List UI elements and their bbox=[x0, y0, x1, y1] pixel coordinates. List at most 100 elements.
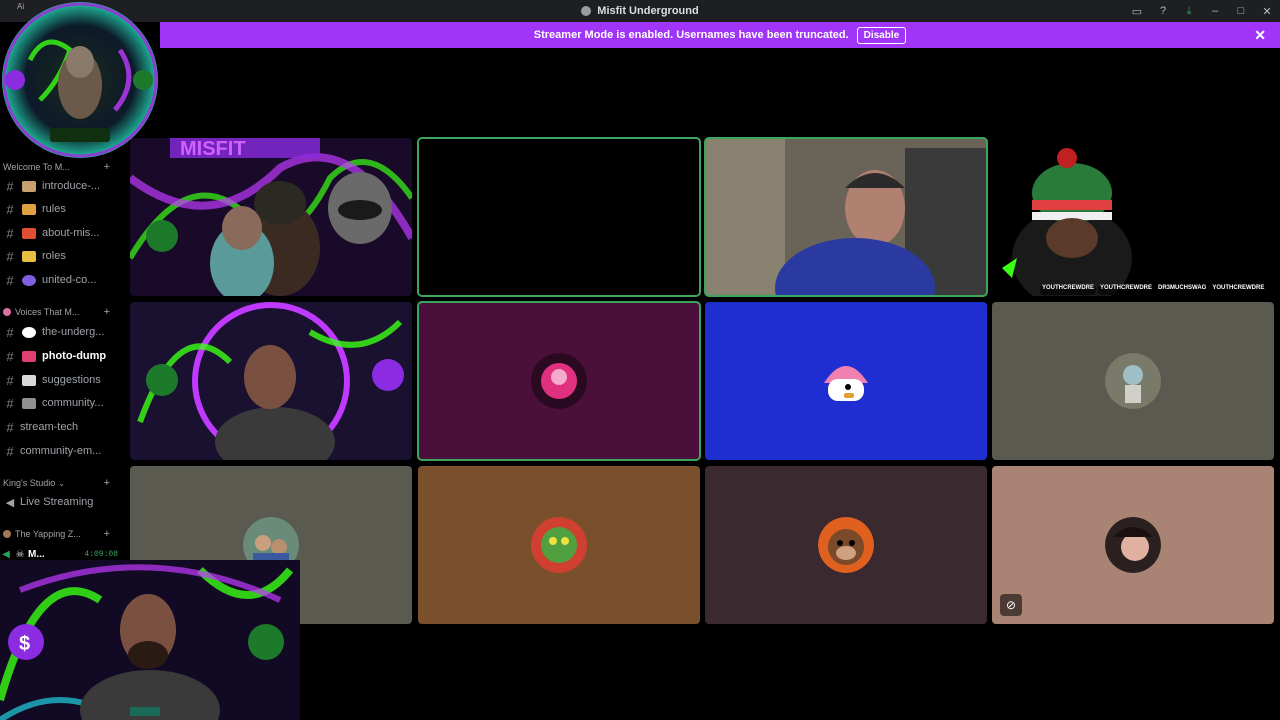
minimize-button[interactable]: – bbox=[1202, 5, 1228, 17]
razer-name: YOUTHCREWDRE bbox=[1040, 285, 1096, 295]
channel-rules[interactable]: # rules bbox=[0, 198, 126, 220]
channel-label: the-underg... bbox=[42, 326, 105, 338]
user-avatar bbox=[531, 517, 587, 573]
banner-text: Streamer Mode is enabled. Usernames have… bbox=[533, 29, 849, 41]
razer-name: YOUTHCREWDRE bbox=[1210, 285, 1267, 295]
add-channel-icon[interactable]: + bbox=[104, 161, 110, 173]
muted-mic-icon: ⊘ bbox=[1000, 594, 1022, 616]
video-tile-avatar-3[interactable] bbox=[992, 302, 1274, 460]
download-icon[interactable]: ⤓ bbox=[1176, 5, 1202, 18]
razer-name: DR3MUCHSWAG bbox=[1156, 285, 1209, 295]
heart-icon bbox=[3, 308, 11, 316]
flame-icon bbox=[22, 227, 36, 239]
category-welcome[interactable]: Welcome To M... + bbox=[0, 160, 126, 174]
app-logo-icon bbox=[581, 6, 592, 16]
hash-icon: # bbox=[6, 225, 14, 241]
video-tile-avatar-2[interactable] bbox=[705, 302, 987, 460]
globe-icon bbox=[22, 274, 36, 286]
user-avatar bbox=[531, 353, 587, 409]
user-avatar bbox=[1105, 517, 1161, 573]
channel-label: community-em... bbox=[20, 445, 102, 457]
banner-close-icon[interactable]: ✕ bbox=[1254, 27, 1266, 44]
hash-icon: # bbox=[6, 348, 14, 364]
title-bar: Misfit Underground ▭ ? ⤓ – □ ✕ bbox=[0, 0, 1280, 22]
host-camera-image: $ bbox=[0, 560, 300, 720]
video-tile-webcam-2[interactable] bbox=[992, 138, 1274, 296]
host-camera-overlay: $ bbox=[0, 560, 300, 720]
video-tile-avatar-5[interactable] bbox=[418, 466, 700, 624]
category-yapping-zone[interactable]: The Yapping Z... + bbox=[0, 527, 126, 541]
person-icon bbox=[3, 530, 11, 538]
channel-label: suggestions bbox=[42, 374, 101, 386]
channel-label: united-co... bbox=[42, 274, 97, 286]
channel-label: roles bbox=[42, 250, 66, 262]
video-tile-avatar-1[interactable] bbox=[417, 301, 701, 461]
user-avatar bbox=[818, 517, 874, 573]
hash-icon: # bbox=[6, 324, 14, 340]
speaker-icon: ◀ bbox=[5, 496, 15, 509]
svg-text:MISFIT: MISFIT bbox=[180, 138, 246, 160]
razer-names-strip: YOUTHCREWDRE YOUTHCREWDRE DR3MUCHSWAG YO… bbox=[1040, 285, 1272, 295]
video-tile-avatar-6[interactable] bbox=[705, 466, 987, 624]
add-channel-icon[interactable]: + bbox=[104, 306, 110, 318]
hammer-icon bbox=[22, 180, 36, 192]
channel-about[interactable]: # about-mis... bbox=[0, 222, 126, 244]
channel-roles[interactable]: # roles bbox=[0, 245, 126, 267]
voice-channel-live-streaming[interactable]: ◀ Live Streaming bbox=[0, 492, 126, 512]
brush-icon bbox=[22, 350, 36, 362]
voice-user-row[interactable]: ◀ ☠ M... 4:09:08 bbox=[0, 546, 126, 562]
app-window: Misfit Underground ▭ ? ⤓ – □ ✕ Streamer … bbox=[0, 0, 1280, 720]
channel-stream-tech[interactable]: # stream-tech bbox=[0, 416, 126, 438]
hash-icon: # bbox=[6, 272, 14, 288]
channel-label: photo-dump bbox=[42, 350, 107, 362]
channel-label: community... bbox=[42, 397, 104, 409]
hash-icon: # bbox=[6, 372, 14, 388]
memo-icon bbox=[22, 374, 36, 386]
skull-icon: ☠ bbox=[15, 548, 25, 560]
scroll-icon bbox=[22, 203, 36, 215]
category-label: The Yapping Z... bbox=[15, 529, 81, 539]
video-tile-empty[interactable] bbox=[417, 137, 701, 297]
webcam-feed-image bbox=[992, 138, 1274, 296]
category-kings-studio[interactable]: King's Studio ⌄ + bbox=[0, 476, 126, 490]
corner-tag: Ai bbox=[17, 2, 25, 11]
disable-button[interactable]: Disable bbox=[856, 26, 907, 44]
maximize-button[interactable]: □ bbox=[1228, 5, 1254, 17]
window-title-text: Misfit Underground bbox=[597, 5, 699, 17]
inbox-icon[interactable]: ▭ bbox=[1124, 5, 1150, 18]
video-tile-host-cam[interactable] bbox=[130, 302, 412, 460]
channel-the-underground[interactable]: # the-underg... bbox=[0, 321, 126, 343]
volume-icon: ◀ bbox=[2, 548, 10, 560]
category-voices[interactable]: Voices That M... + bbox=[0, 305, 126, 319]
hash-icon: # bbox=[6, 248, 14, 264]
category-label: King's Studio bbox=[3, 478, 56, 488]
hash-icon: # bbox=[6, 419, 14, 435]
channel-united[interactable]: # united-co... bbox=[0, 269, 126, 291]
hash-icon: # bbox=[6, 395, 14, 411]
window-controls: ▭ ? ⤓ – □ ✕ bbox=[1124, 0, 1280, 22]
video-tile-avatar-7[interactable]: ⊘ bbox=[992, 466, 1274, 624]
streamer-mode-banner: Streamer Mode is enabled. Usernames have… bbox=[160, 22, 1280, 48]
channel-label: stream-tech bbox=[20, 421, 79, 433]
hash-icon: # bbox=[6, 201, 14, 217]
video-tile-host-stream[interactable]: MISFIT bbox=[130, 138, 412, 296]
close-button[interactable]: ✕ bbox=[1254, 5, 1280, 18]
channel-community[interactable]: # community... bbox=[0, 392, 126, 414]
channel-label: about-mis... bbox=[42, 227, 100, 239]
add-channel-icon[interactable]: + bbox=[104, 528, 110, 540]
channel-sidebar: Welcome To M... + # introduce-... # rule… bbox=[0, 160, 126, 560]
channel-suggestions[interactable]: # suggestions bbox=[0, 369, 126, 391]
speech-icon bbox=[22, 326, 36, 338]
webcam-feed-image bbox=[705, 138, 987, 296]
channel-photo-dump[interactable]: # photo-dump bbox=[0, 345, 126, 367]
video-tile-webcam-1[interactable] bbox=[704, 137, 988, 297]
channel-community-em[interactable]: # community-em... bbox=[0, 440, 126, 462]
add-channel-icon[interactable]: + bbox=[104, 477, 110, 489]
voice-channel-label: Live Streaming bbox=[20, 496, 94, 508]
category-label: Welcome To M... bbox=[3, 162, 70, 172]
host-cam-image bbox=[130, 302, 412, 460]
help-icon[interactable]: ? bbox=[1150, 5, 1176, 17]
voice-user-name: M... bbox=[28, 548, 45, 560]
tag-icon bbox=[22, 250, 36, 262]
channel-introduce[interactable]: # introduce-... bbox=[0, 175, 126, 197]
